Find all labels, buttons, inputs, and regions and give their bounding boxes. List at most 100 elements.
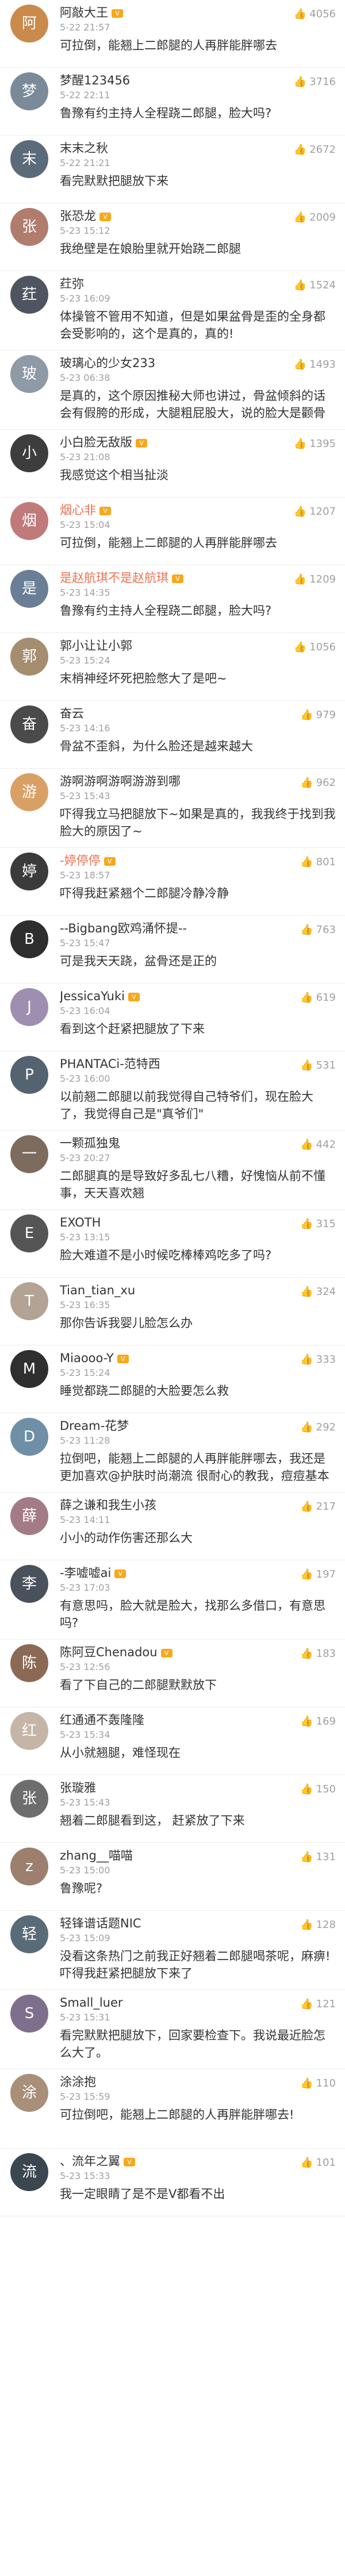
like-button[interactable]: 👍 1056	[294, 641, 336, 654]
username-link[interactable]: 玻璃心的少女233V	[60, 355, 155, 371]
user-avatar[interactable]: S	[10, 1995, 48, 2033]
like-button[interactable]: 👍 962	[300, 777, 336, 789]
like-button[interactable]: 👍 1207	[294, 506, 336, 518]
username-link[interactable]: 张恐龙 V	[60, 208, 111, 224]
like-button[interactable]: 👍 2672	[294, 144, 336, 156]
thumbs-up-icon: 👍	[300, 1783, 313, 1795]
username-link[interactable]: 奋云V	[60, 705, 84, 722]
user-avatar[interactable]: 游	[10, 773, 48, 811]
username-link[interactable]: Tian_tian_xuV	[60, 1282, 135, 1298]
like-button[interactable]: 👍 101	[300, 2157, 336, 2169]
comment-header: 奋云V 5-23 14:16 👍979	[60, 701, 336, 738]
thumbs-up-icon: 👍	[293, 76, 307, 88]
like-button[interactable]: 👍 4056	[294, 8, 336, 21]
user-avatar[interactable]: 流	[10, 2153, 48, 2191]
user-avatar[interactable]: 涂	[10, 2074, 48, 2112]
like-button[interactable]: 👍 3716	[294, 76, 336, 88]
like-button[interactable]: 👍 763	[300, 924, 336, 936]
username-link[interactable]: 末末之秋V	[60, 140, 108, 156]
user-avatar[interactable]: 婷	[10, 853, 48, 890]
user-avatar[interactable]: 李	[10, 1565, 48, 1603]
user-avatar[interactable]: J	[10, 988, 48, 1026]
username-link[interactable]: 是赵航琪不是赵航琪 V	[60, 570, 183, 586]
like-button[interactable]: 👍 979	[300, 709, 336, 722]
username-link[interactable]: -李嘘嘘ai V	[60, 1565, 126, 1581]
like-button[interactable]: 👍 1524	[294, 279, 336, 292]
username-link[interactable]: 游啊游啊游啊游游到哪V	[60, 773, 181, 789]
like-button[interactable]: 👍 150	[300, 1783, 336, 1796]
user-avatar[interactable]: 阿	[10, 5, 48, 43]
username-link[interactable]: 小白脸无敌版 V	[60, 434, 147, 450]
username-link[interactable]: 一颗孤独鬼V	[60, 1135, 120, 1151]
username-link[interactable]: Dream-花梦V	[60, 1418, 129, 1434]
like-button[interactable]: 👍 110	[300, 2077, 336, 2090]
username-link[interactable]: 荭弥V	[60, 276, 84, 292]
user-avatar[interactable]: 玻	[10, 355, 48, 393]
like-button[interactable]: 👍 333	[300, 1353, 336, 1366]
username-text: Dream-花梦	[60, 1419, 129, 1433]
user-avatar[interactable]: 奋	[10, 705, 48, 743]
username-link[interactable]: 烟心非 V	[60, 502, 111, 518]
like-button[interactable]: 👍 128	[300, 1919, 336, 1931]
like-button[interactable]: 👍 315	[300, 1218, 336, 1231]
username-link[interactable]: JessicaYuki V	[60, 988, 140, 1004]
user-avatar[interactable]: 郭	[10, 638, 48, 676]
like-button[interactable]: 👍 121	[300, 1998, 336, 2011]
username-link[interactable]: 红通通不轰隆隆V	[60, 1712, 144, 1728]
like-button[interactable]: 👍 1209	[294, 573, 336, 586]
username-link[interactable]: --Bigbang欧鸡涌怀提--V	[60, 920, 187, 936]
username-link[interactable]: 薛之谦和我生小孩V	[60, 1497, 156, 1513]
user-avatar[interactable]: D	[10, 1418, 48, 1456]
user-avatar[interactable]: 张	[10, 208, 48, 246]
like-button[interactable]: 👍 324	[300, 1286, 336, 1298]
like-button[interactable]: 👍 2009	[294, 211, 336, 224]
username-link[interactable]: 郭小让让小郭V	[60, 638, 132, 654]
username-link[interactable]: 阿敲大王 V	[60, 5, 123, 21]
user-avatar[interactable]: 小	[10, 434, 48, 472]
like-button[interactable]: 👍 619	[300, 992, 336, 1004]
user-avatar[interactable]: 末	[10, 140, 48, 178]
like-button[interactable]: 👍 442	[300, 1139, 336, 1151]
user-avatar[interactable]: E	[10, 1214, 48, 1252]
username-link[interactable]: 梦醒123456V	[60, 72, 130, 88]
username-link[interactable]: Miaooo-Y V	[60, 1350, 129, 1366]
comment-header: EXOTHV 5-23 13:15 👍315	[60, 1210, 336, 1247]
user-avatar[interactable]: 轻	[10, 1915, 48, 1953]
user-avatar[interactable]: 薛	[10, 1497, 48, 1535]
like-button[interactable]: 👍 1395	[294, 438, 336, 450]
user-avatar[interactable]: 红	[10, 1712, 48, 1750]
username-link[interactable]: 陈阿豆Chenadou V	[60, 1644, 172, 1660]
user-avatar[interactable]: 张	[10, 1780, 48, 1818]
username-link[interactable]: Small_luerV	[60, 1995, 123, 2011]
username-link[interactable]: EXOTHV	[60, 1214, 101, 1231]
username-link[interactable]: 轻锋谱话题NICV	[60, 1915, 141, 1931]
like-button[interactable]: 👍 531	[300, 1059, 336, 1072]
user-avatar[interactable]: 是	[10, 570, 48, 608]
like-button[interactable]: 👍 131	[300, 1851, 336, 1864]
user-avatar[interactable]: B	[10, 920, 48, 958]
user-avatar[interactable]: T	[10, 1282, 48, 1320]
user-avatar[interactable]: z	[10, 1848, 48, 1885]
user-avatar[interactable]: 梦	[10, 72, 48, 110]
like-button[interactable]: 👍 183	[300, 1648, 336, 1660]
thumbs-up-icon: 👍	[300, 1501, 313, 1513]
username-link[interactable]: 、流年之翼 V	[60, 2153, 135, 2169]
like-button[interactable]: 👍 292	[300, 1421, 336, 1434]
username-link[interactable]: -婷停停 V	[60, 853, 116, 869]
user-avatar[interactable]: 烟	[10, 502, 48, 540]
like-button[interactable]: 👍 169	[300, 1715, 336, 1728]
username-link[interactable]: PHANTACi-范特西V	[60, 1056, 160, 1072]
user-avatar[interactable]: P	[10, 1056, 48, 1094]
like-button[interactable]: 👍 801	[300, 856, 336, 869]
username-link[interactable]: zhang__喵喵V	[60, 1848, 133, 1864]
username-link[interactable]: 涂涂抱V	[60, 2074, 96, 2090]
like-button[interactable]: 👍 1493	[294, 358, 336, 371]
user-avatar[interactable]: 一	[10, 1135, 48, 1173]
user-avatar[interactable]: M	[10, 1350, 48, 1388]
like-button[interactable]: 👍 217	[300, 1501, 336, 1513]
user-avatar[interactable]: 荭	[10, 276, 48, 314]
username-link[interactable]: 张璇雅V	[60, 1780, 96, 1796]
like-button[interactable]: 👍 197	[300, 1568, 336, 1581]
comment-item: S Small_luerV 5-23 15:31 👍121 看完默默把腿放下，回…	[0, 1990, 345, 2069]
user-avatar[interactable]: 陈	[10, 1644, 48, 1682]
